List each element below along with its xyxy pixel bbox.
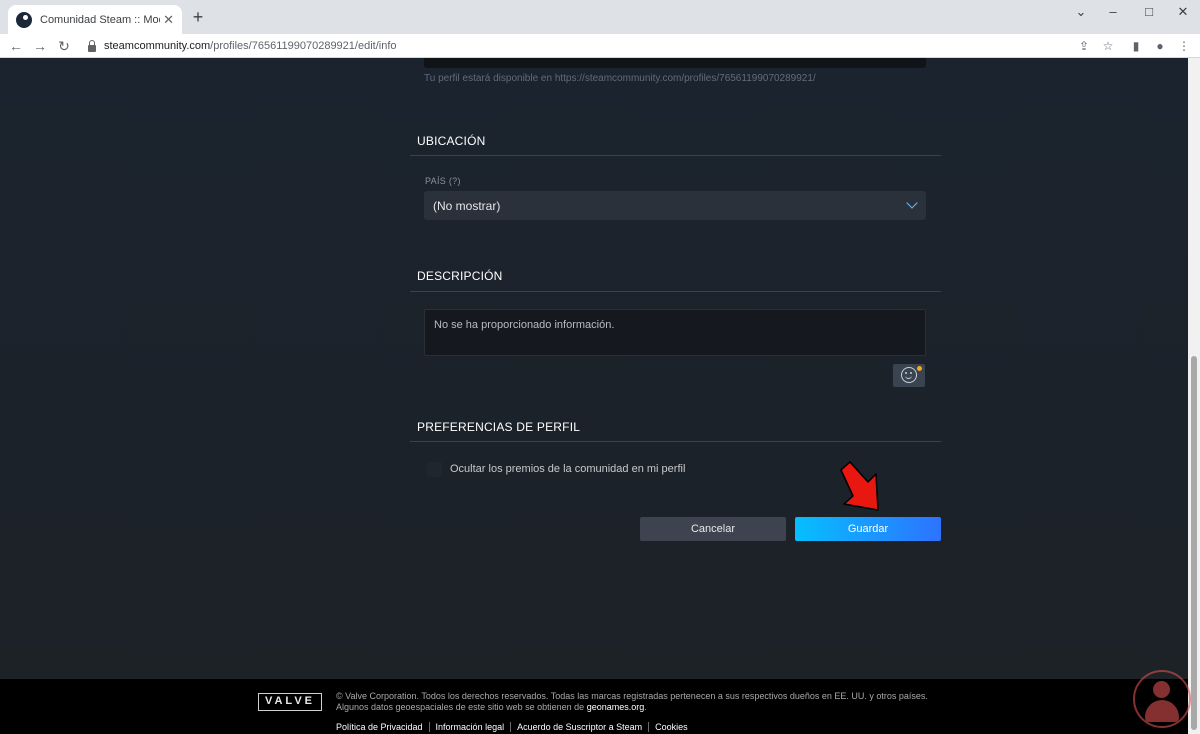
section-divider xyxy=(410,441,941,442)
legal-info-link[interactable]: Información legal xyxy=(428,722,511,732)
cookies-link[interactable]: Cookies xyxy=(648,722,694,732)
url-path: /profiles/76561199070289921/edit/info xyxy=(210,40,397,52)
tab-search-icon[interactable]: ⌄ xyxy=(1063,0,1099,26)
footer: VALVE © Valve Corporation. Todos los der… xyxy=(0,679,1188,734)
url-host: steamcommunity.com xyxy=(104,40,211,52)
reload-button[interactable]: ↻ xyxy=(54,36,74,56)
tab-title: Comunidad Steam :: Modificar p xyxy=(40,13,160,26)
hide-awards-label[interactable]: Ocultar los premios de la comunidad en m… xyxy=(450,463,685,475)
location-section-title: UBICACIÓN xyxy=(417,134,486,148)
valve-logo[interactable]: VALVE xyxy=(258,693,322,711)
chevron-down-icon xyxy=(906,197,918,209)
smiley-icon xyxy=(901,367,917,383)
section-divider xyxy=(410,291,941,292)
watermark-person-icon xyxy=(1133,670,1191,728)
legal-line-2: Algunos datos geoespaciales de este siti… xyxy=(336,702,928,713)
emoticon-button[interactable] xyxy=(893,364,925,387)
steam-favicon-icon xyxy=(16,11,32,28)
footer-links: Política de Privacidad Información legal… xyxy=(336,722,694,732)
address-bar: ← → ↻ steamcommunity.com/profiles/765611… xyxy=(0,34,1200,58)
forward-button[interactable]: → xyxy=(30,36,50,56)
privacy-policy-link[interactable]: Política de Privacidad xyxy=(336,722,429,732)
minimize-button[interactable]: – xyxy=(1095,0,1131,26)
url-text: steamcommunity.com/profiles/765611990702… xyxy=(104,40,397,52)
country-selected-value: (No mostrar) xyxy=(433,198,501,213)
notification-dot-icon xyxy=(917,366,922,371)
browser-menu-icon[interactable]: ⋮ xyxy=(1174,36,1194,56)
browser-tab-strip: Comunidad Steam :: Modificar p ✕ + ⌄ – □… xyxy=(0,0,1200,34)
description-text: No se ha proporcionado información. xyxy=(434,319,615,331)
legal-line-1: © Valve Corporation. Todos los derechos … xyxy=(336,691,928,701)
browser-tab[interactable]: Comunidad Steam :: Modificar p ✕ xyxy=(8,5,182,34)
profile-avatar-icon[interactable]: ● xyxy=(1150,36,1170,56)
side-panel-icon[interactable]: ▮ xyxy=(1126,36,1146,56)
legal-text: © Valve Corporation. Todos los derechos … xyxy=(336,691,928,713)
section-divider xyxy=(410,155,941,156)
steam-page-background xyxy=(0,58,1188,679)
profile-url-hint: Tu perfil estará disponible en https://s… xyxy=(424,73,816,84)
red-arrow-annotation-icon xyxy=(840,461,879,511)
geonames-link[interactable]: geonames.org xyxy=(587,702,645,712)
bookmark-star-icon[interactable]: ☆ xyxy=(1098,36,1118,56)
share-icon[interactable]: ⇪ xyxy=(1074,36,1094,56)
subscriber-agreement-link[interactable]: Acuerdo de Suscriptor a Steam xyxy=(510,722,648,732)
country-select[interactable]: (No mostrar) xyxy=(424,191,926,220)
back-button[interactable]: ← xyxy=(6,36,26,56)
cancel-button[interactable]: Cancelar xyxy=(640,517,786,541)
save-button[interactable]: Guardar xyxy=(795,517,941,541)
description-section-title: DESCRIPCIÓN xyxy=(417,269,503,283)
lock-icon xyxy=(88,39,96,52)
preferences-section-title: PREFERENCIAS DE PERFIL xyxy=(417,420,581,434)
legal-line-2-suffix: . xyxy=(644,702,647,712)
new-tab-button[interactable]: + xyxy=(188,6,208,28)
country-label[interactable]: PAÍS (?) xyxy=(425,176,461,186)
scrollbar-thumb[interactable] xyxy=(1191,356,1197,730)
legal-line-2-prefix: Algunos datos geoespaciales de este siti… xyxy=(336,702,587,712)
tab-close-icon[interactable]: ✕ xyxy=(163,12,174,28)
maximize-button[interactable]: □ xyxy=(1131,0,1167,26)
profile-url-field[interactable] xyxy=(424,58,926,68)
close-window-button[interactable]: ✕ xyxy=(1165,0,1200,26)
hide-awards-checkbox[interactable] xyxy=(427,462,442,477)
scrollbar[interactable] xyxy=(1188,58,1200,734)
url-field[interactable]: steamcommunity.com/profiles/765611990702… xyxy=(80,36,1070,56)
description-textarea[interactable]: No se ha proporcionado información. xyxy=(424,309,926,356)
